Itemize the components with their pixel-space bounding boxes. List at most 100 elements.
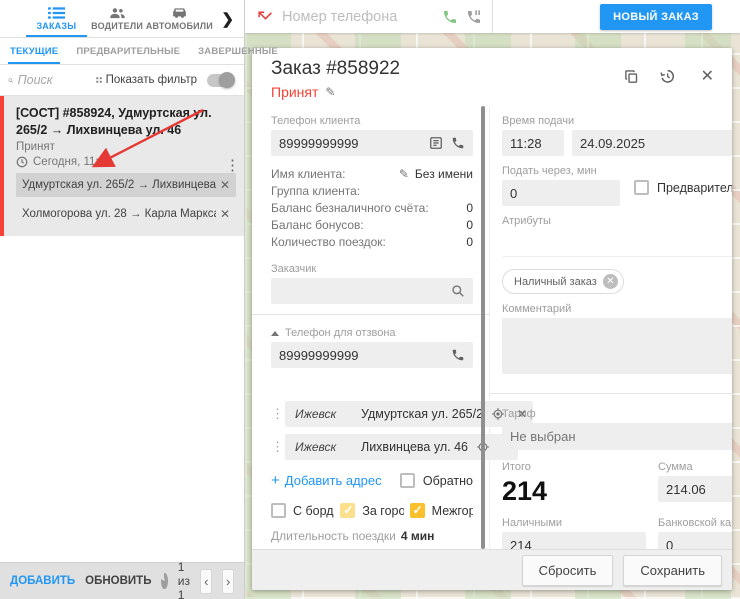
panel-scrollbar[interactable]	[481, 106, 485, 549]
client-phone-label: Телефон клиента	[271, 115, 473, 127]
chevron-right-icon[interactable]: ❯	[211, 10, 244, 28]
route-chip[interactable]: Холмогорова ул. 28 → Карла Маркса ул. 28…	[16, 202, 236, 226]
topbar: НОВЫЙ ЗАКАЗ	[245, 0, 740, 33]
contacts-book-icon[interactable]	[429, 136, 443, 150]
tab-orders[interactable]: ЗАКАЗЫ	[26, 0, 87, 37]
remove-route-icon[interactable]: ✕	[220, 178, 230, 192]
refresh-spinner-icon	[161, 573, 167, 589]
address-street: Лихвинцева ул. 46	[361, 440, 468, 454]
order-panel-body: Телефон клиента Имя клиента: ✎Без имени …	[252, 106, 732, 549]
tariff-label: Тариф	[502, 408, 732, 420]
route-chip[interactable]: Удмуртская ул. 265/2 → Лихвинцева ул. 46…	[16, 173, 236, 197]
flag-checkbox[interactable]	[340, 503, 355, 518]
call-client-icon[interactable]	[451, 136, 465, 150]
pickup-time-label: Время подачи	[502, 115, 732, 127]
return-checkbox[interactable]	[400, 473, 415, 488]
bank-card-label: Банковской картой	[658, 517, 732, 529]
pickup-date-input[interactable]	[580, 136, 732, 151]
client-name-value: Без имени	[415, 166, 473, 183]
preliminary-label: Предварительный	[657, 181, 732, 195]
client-info-row: Группа клиента:	[271, 183, 473, 200]
customer-label: Заказчик	[271, 263, 473, 275]
drivers-people-icon	[109, 6, 126, 20]
new-order-button[interactable]: НОВЫЙ ЗАКАЗ	[600, 4, 712, 30]
subtab-preliminary[interactable]: ПРЕДВАРИТЕЛЬНЫЕ	[74, 38, 182, 64]
filter-expand-icon[interactable]	[96, 73, 102, 87]
tab-drivers-label: ВОДИТЕЛИ	[91, 21, 143, 31]
copy-icon[interactable]	[624, 69, 639, 84]
app-window: ЗАКАЗЫ ВОДИТЕЛИ АВТОМОБИЛИ ❯ ТЕКУЩИЕ ПРЕ…	[0, 0, 740, 599]
preliminary-checkbox[interactable]	[634, 180, 649, 195]
call-icon[interactable]	[442, 9, 458, 25]
attributes-select[interactable]	[502, 230, 732, 257]
customer-search-icon[interactable]	[451, 284, 465, 298]
order-list: [СОСТ] #858924, Удмуртская ул. 265/2 → Л…	[0, 96, 244, 562]
sum-label: Сумма	[658, 461, 732, 473]
kebab-menu-icon[interactable]: ⋮	[225, 158, 240, 173]
reset-button[interactable]: Сбросить	[522, 555, 614, 586]
order-card[interactable]: [СОСТ] #858924, Удмуртская ул. 265/2 → Л…	[0, 96, 244, 236]
next-page-button[interactable]: ›	[222, 569, 234, 594]
subtab-current[interactable]: ТЕКУЩИЕ	[8, 38, 60, 64]
address-row: ⋮ Ижевск Удмуртская ул. 265/2 ✕	[271, 401, 473, 427]
flag-checkbox[interactable]	[410, 503, 425, 518]
tariff-select[interactable]: Не выбран ✕	[502, 423, 732, 450]
phone-number-input[interactable]	[282, 9, 434, 25]
collapse-icon[interactable]	[271, 331, 279, 336]
tab-cars[interactable]: АВТОМОБИЛИ	[147, 0, 211, 37]
pickup-time-input[interactable]	[510, 136, 556, 151]
subtab-completed[interactable]: ЗАВЕРШЕННЫЕ	[196, 38, 280, 64]
total-value: 214	[502, 476, 646, 506]
remove-attribute-icon[interactable]: ✕	[603, 274, 618, 289]
sidebar: ЗАКАЗЫ ВОДИТЕЛИ АВТОМОБИЛИ ❯ ТЕКУЩИЕ ПРЕ…	[0, 0, 245, 599]
plus-icon: +	[271, 472, 280, 489]
client-info-row: Количество поездок:0	[271, 234, 473, 251]
comment-textarea[interactable]	[502, 318, 732, 374]
delay-label: Подать через, мин	[502, 165, 620, 177]
pagination-label: 1 из 1	[178, 560, 191, 599]
address-street: Удмуртская ул. 265/2	[361, 407, 483, 421]
missed-call-icon	[257, 8, 274, 25]
filter-toggle[interactable]	[207, 74, 234, 87]
total-label: Итого	[502, 461, 646, 473]
order-card-time: Сегодня, 11:28	[33, 156, 111, 168]
client-phone-input[interactable]	[279, 136, 421, 151]
callback-phone-input[interactable]	[279, 348, 443, 363]
callback-phone-label: Телефон для отзвона	[285, 327, 396, 339]
attribute-chip[interactable]: Наличный заказ ✕	[502, 269, 624, 294]
add-order-button[interactable]: ДОБАВИТЬ	[10, 575, 75, 587]
drag-handle-icon[interactable]: ⋮	[271, 406, 281, 422]
address-row: ⋮ Ижевск Лихвинцева ул. 46 ✕	[271, 434, 473, 460]
search-input[interactable]	[18, 73, 88, 87]
edit-name-icon[interactable]: ✎	[399, 166, 409, 183]
clock-icon	[16, 156, 28, 168]
bank-card-input[interactable]	[666, 538, 732, 550]
call-hold-icon[interactable]	[466, 9, 482, 25]
orders-subtabs: ТЕКУЩИЕ ПРЕДВАРИТЕЛЬНЫЕ ЗАВЕРШЕННЫЕ	[0, 38, 244, 65]
order-panel: Заказ #858922 Принят ✎ ✕ Телефон клиента	[252, 48, 732, 590]
order-card-title: [СОСТ] #858924, Удмуртская ул. 265/2 → Л…	[16, 105, 236, 138]
save-button[interactable]: Сохранить	[623, 555, 722, 586]
call-back-icon[interactable]	[451, 348, 465, 362]
attributes-label: Атрибуты	[502, 215, 732, 227]
address-city: Ижевск	[295, 440, 353, 454]
edit-status-icon[interactable]: ✎	[325, 85, 335, 99]
client-info-row: Имя клиента: ✎Без имени	[271, 166, 473, 183]
show-filter-label: Показать фильтр	[106, 74, 197, 86]
refresh-button[interactable]: ОБНОВИТЬ	[85, 575, 151, 587]
close-icon[interactable]: ✕	[701, 66, 714, 86]
order-status: Принят	[271, 84, 318, 100]
add-address-button[interactable]: +Добавить адрес	[271, 472, 382, 489]
customer-search-input[interactable]	[279, 284, 443, 299]
order-card-status: Принят	[16, 141, 236, 153]
tab-drivers[interactable]: ВОДИТЕЛИ	[87, 0, 148, 37]
prev-page-button[interactable]: ‹	[200, 569, 212, 594]
drag-handle-icon[interactable]: ⋮	[271, 439, 281, 455]
flag-checkbox[interactable]	[271, 503, 286, 518]
client-info-row: Баланс бонусов:0	[271, 217, 473, 234]
cash-input[interactable]	[510, 538, 638, 550]
sum-input[interactable]	[666, 482, 732, 497]
delay-input[interactable]	[510, 186, 612, 201]
history-icon[interactable]	[659, 68, 675, 84]
remove-route-icon[interactable]: ✕	[220, 207, 230, 221]
